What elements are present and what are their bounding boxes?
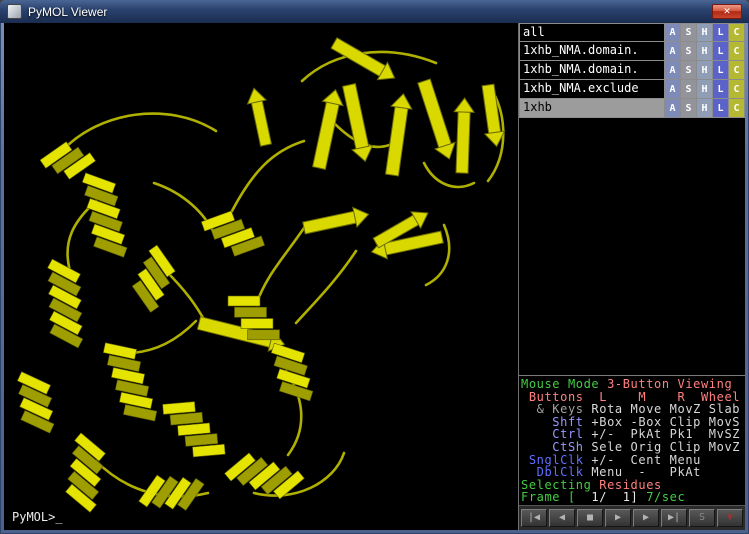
action-button[interactable]: A xyxy=(664,23,681,42)
object-list: all A S H L C 1xhb_NMA.domain. A S H L C… xyxy=(519,23,745,118)
action-button[interactable]: A xyxy=(664,60,681,80)
object-row: 1xhb_NMA.domain. A S H L C xyxy=(519,42,745,61)
color-button[interactable]: C xyxy=(728,79,745,99)
hide-button[interactable]: H xyxy=(696,60,713,80)
rewind-button[interactable]: |◀ xyxy=(521,509,547,527)
sidebar-spacer xyxy=(519,118,745,375)
hide-button[interactable]: H xyxy=(696,98,713,118)
label-button[interactable]: L xyxy=(712,98,729,118)
mouse-help-panel: Mouse Mode 3-Button Viewing Buttons L M … xyxy=(519,375,745,505)
object-name[interactable]: all xyxy=(519,23,665,42)
client-area: PyMOL>_ all A S H L C 1xhb_NMA.domain. A… xyxy=(4,23,745,530)
show-button[interactable]: S xyxy=(680,23,697,42)
label-button[interactable]: L xyxy=(712,41,729,61)
help-seg: 1/ 1] xyxy=(576,490,646,504)
step-back-button[interactable]: ◀ xyxy=(549,509,575,527)
color-button[interactable]: C xyxy=(728,23,745,42)
action-button[interactable]: A xyxy=(664,79,681,99)
panel-toggle-button[interactable]: ▼ xyxy=(717,509,743,527)
object-row: 1xhb_NMA.domain. A S H L C xyxy=(519,61,745,80)
show-button[interactable]: S xyxy=(680,41,697,61)
object-name[interactable]: 1xhb_NMA.domain. xyxy=(519,60,665,80)
pymol-window: PyMOL Viewer ✕ PyMOL>_ all A S H L C 1xh… xyxy=(0,0,749,534)
hide-button[interactable]: H xyxy=(696,23,713,42)
hide-button[interactable]: H xyxy=(696,41,713,61)
movie-controls: |◀ ◀ ■ ▶ ▶ ▶| S ▼ xyxy=(519,505,745,530)
step-forward-button[interactable]: ▶ xyxy=(633,509,659,527)
label-button[interactable]: L xyxy=(712,23,729,42)
object-name-selected[interactable]: 1xhb xyxy=(519,98,665,118)
help-seg: 7/sec xyxy=(646,490,685,504)
window-title: PyMOL Viewer xyxy=(28,5,107,19)
scene-button[interactable]: S xyxy=(689,509,715,527)
object-name[interactable]: 1xhb_NMA.domain. xyxy=(519,41,665,61)
label-button[interactable]: L xyxy=(712,60,729,80)
sidebar: all A S H L C 1xhb_NMA.domain. A S H L C… xyxy=(518,23,745,530)
app-icon xyxy=(7,4,22,19)
color-button[interactable]: C xyxy=(728,41,745,61)
viewport-3d[interactable]: PyMOL>_ xyxy=(4,23,518,530)
color-button[interactable]: C xyxy=(728,60,745,80)
color-button[interactable]: C xyxy=(728,98,745,118)
help-seg: Frame [ xyxy=(521,490,576,504)
close-button[interactable]: ✕ xyxy=(712,4,742,19)
titlebar[interactable]: PyMOL Viewer ✕ xyxy=(0,0,749,23)
action-button[interactable]: A xyxy=(664,41,681,61)
label-button[interactable]: L xyxy=(712,79,729,99)
show-button[interactable]: S xyxy=(680,98,697,118)
stop-button[interactable]: ■ xyxy=(577,509,603,527)
object-row: all A S H L C xyxy=(519,23,745,42)
action-button[interactable]: A xyxy=(664,98,681,118)
play-button[interactable]: ▶ xyxy=(605,509,631,527)
protein-structure xyxy=(4,23,518,530)
object-name[interactable]: 1xhb_NMA.exclude xyxy=(519,79,665,99)
object-row: 1xhb A S H L C xyxy=(519,99,745,118)
show-button[interactable]: S xyxy=(680,60,697,80)
object-row: 1xhb_NMA.exclude A S H L C xyxy=(519,80,745,99)
show-button[interactable]: S xyxy=(680,79,697,99)
frame-line: Frame [ 1/ 1] 7/sec xyxy=(521,491,743,504)
command-prompt[interactable]: PyMOL>_ xyxy=(12,510,63,524)
hide-button[interactable]: H xyxy=(696,79,713,99)
skip-end-button[interactable]: ▶| xyxy=(661,509,687,527)
